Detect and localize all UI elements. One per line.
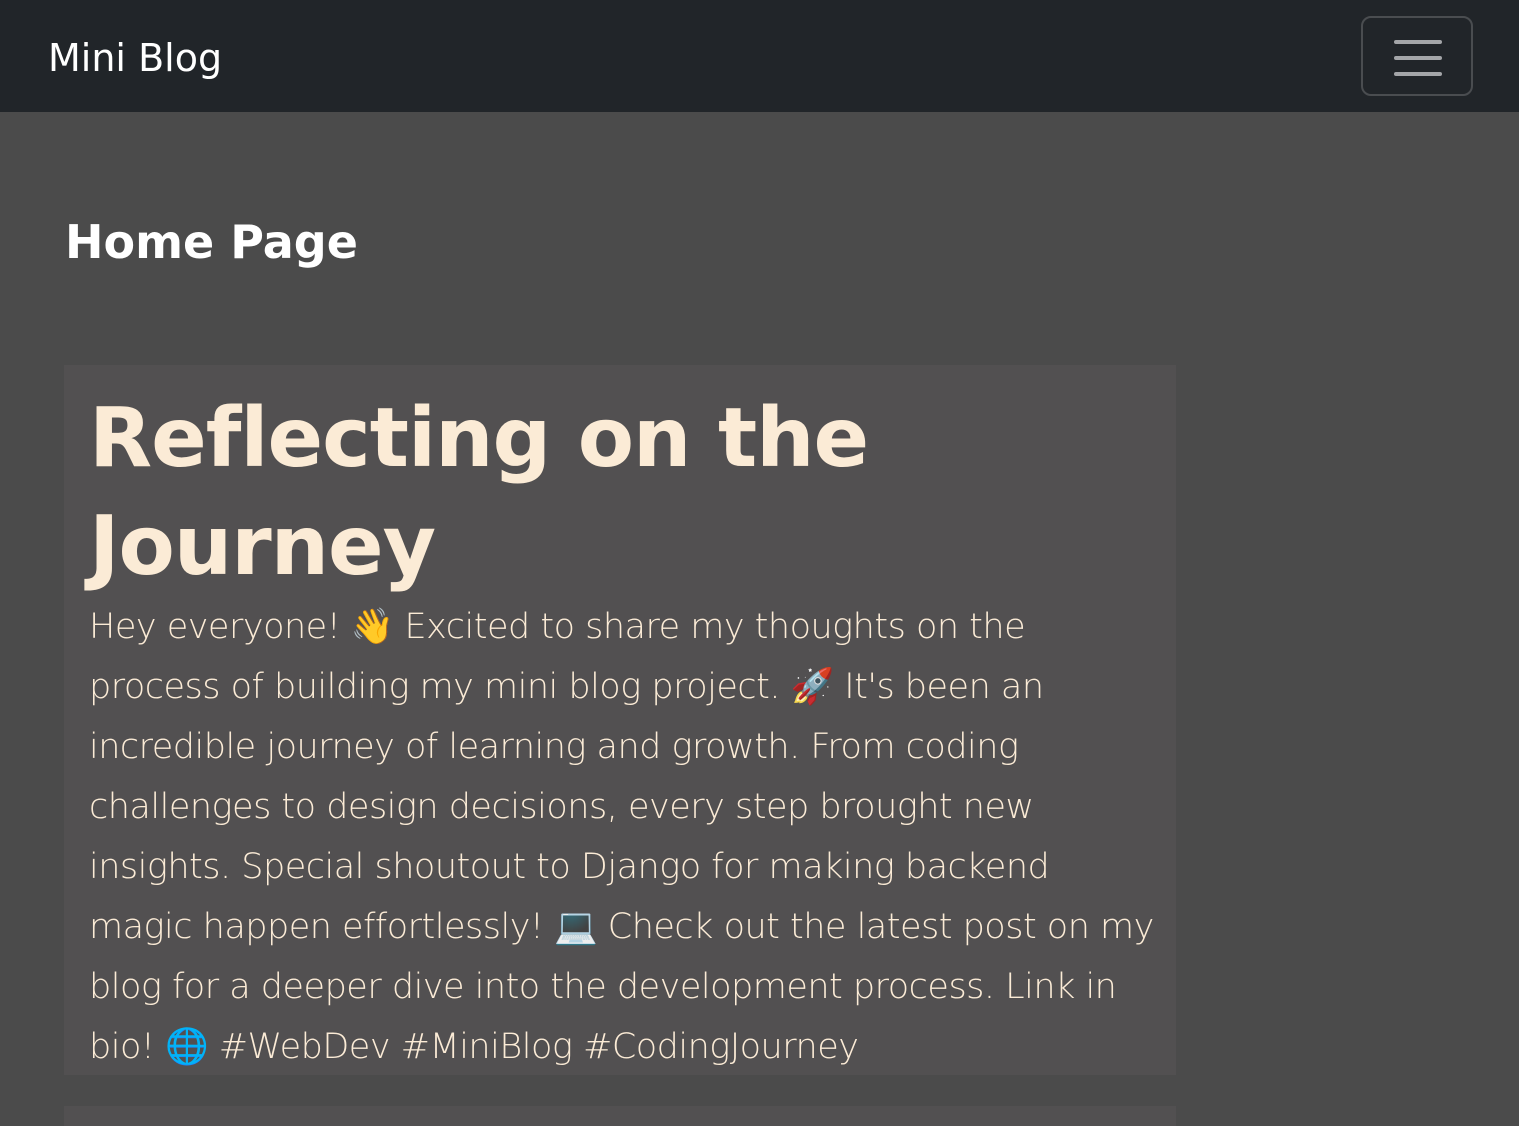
hamburger-bar	[1394, 40, 1442, 44]
post-title[interactable]: Reflecting on the Journey	[89, 385, 1149, 601]
navbar-brand[interactable]: Mini Blog	[48, 34, 222, 82]
page-title: Home Page	[65, 215, 358, 269]
hamburger-menu-icon	[1394, 40, 1442, 76]
post-card: Reflecting on the Journey Hey everyone! …	[64, 365, 1176, 1075]
hamburger-bar	[1394, 72, 1442, 76]
navbar: Mini Blog	[0, 0, 1519, 112]
navbar-toggler-button[interactable]	[1361, 16, 1473, 96]
post-body: Hey everyone! 👋 Excited to share my thou…	[89, 607, 1154, 1067]
hamburger-bar	[1394, 56, 1442, 60]
post-card-next	[64, 1106, 1176, 1126]
